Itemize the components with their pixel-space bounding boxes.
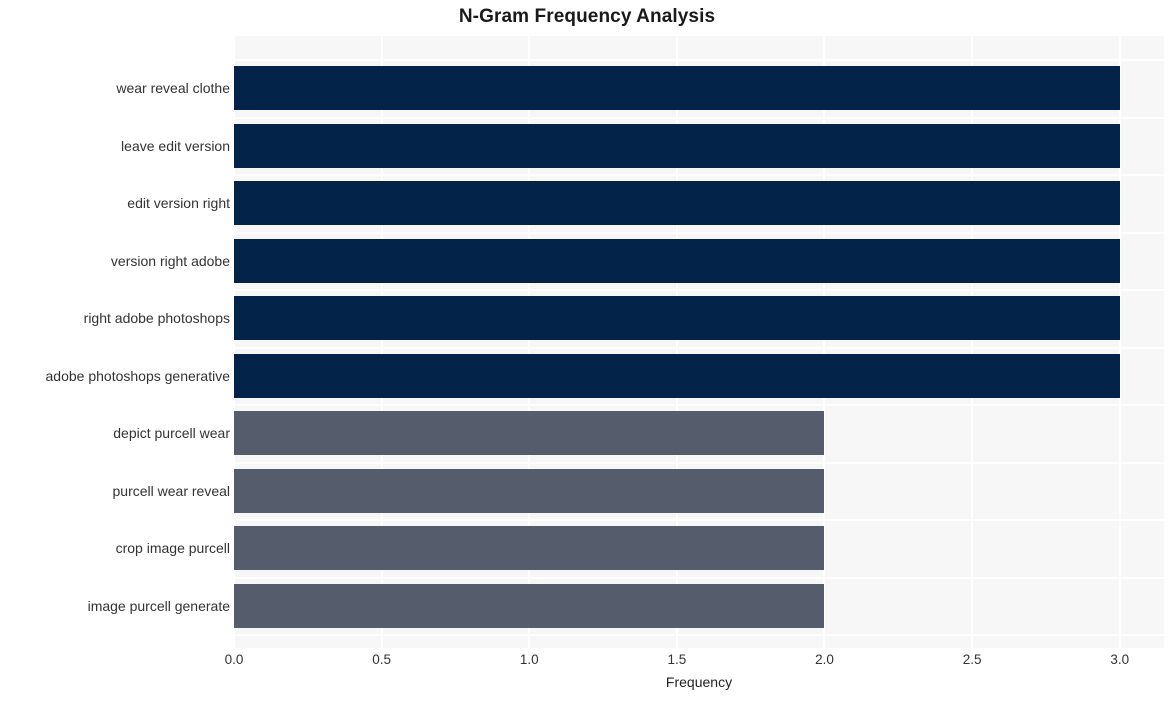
bar[interactable] bbox=[234, 181, 1120, 225]
y-tick-label: depict purcell wear bbox=[113, 425, 230, 441]
gridline-y-6 bbox=[234, 404, 1164, 406]
y-tick-label: purcell wear reveal bbox=[112, 482, 231, 499]
bar[interactable] bbox=[234, 468, 825, 513]
gridline-y-5 bbox=[234, 346, 1164, 349]
bar[interactable] bbox=[234, 411, 825, 455]
y-tick-label: image purcell generate bbox=[87, 597, 230, 614]
bar[interactable] bbox=[234, 583, 825, 628]
bar[interactable] bbox=[234, 296, 1120, 340]
x-tick-label: 2.5 bbox=[962, 652, 982, 667]
bar[interactable] bbox=[234, 66, 1120, 110]
gridline-y-3 bbox=[234, 231, 1164, 234]
bar[interactable] bbox=[234, 353, 1120, 398]
gridline-y-1 bbox=[234, 116, 1164, 119]
gridline-y-8 bbox=[234, 519, 1164, 521]
bar[interactable] bbox=[234, 526, 825, 570]
gridline-y-4 bbox=[234, 289, 1164, 291]
bar[interactable] bbox=[234, 238, 1120, 283]
x-tick-label: 3.0 bbox=[1110, 652, 1130, 667]
bar[interactable] bbox=[234, 123, 1120, 168]
x-tick-label: 1.5 bbox=[667, 652, 687, 667]
gridline-y-0 bbox=[234, 59, 1164, 61]
x-axis-label: Frequency bbox=[665, 674, 733, 690]
plot-area bbox=[233, 36, 1164, 648]
chart-title: N-Gram Frequency Analysis bbox=[458, 6, 716, 27]
y-tick-label: adobe photoshops generative bbox=[45, 367, 230, 384]
x-tick-label: 2.0 bbox=[815, 652, 834, 667]
gridline-y-10 bbox=[234, 634, 1164, 636]
gridline-y-7 bbox=[234, 461, 1164, 464]
y-tick-label: wear reveal clothe bbox=[116, 80, 230, 96]
x-tick-label: 0.5 bbox=[372, 652, 391, 667]
chart-figure: N-Gram Frequency Analysis wear reveal cl… bbox=[0, 0, 1174, 701]
y-tick-label: right adobe photoshops bbox=[83, 310, 230, 326]
y-tick-label: edit version right bbox=[127, 195, 230, 211]
gridline-y-9 bbox=[234, 576, 1164, 579]
x-tick-label: 0.0 bbox=[224, 652, 244, 667]
x-tick-label: 1.0 bbox=[519, 652, 539, 667]
y-tick-label: leave edit version bbox=[121, 137, 230, 154]
y-tick-label: version right adobe bbox=[110, 252, 230, 269]
y-tick-label: crop image purcell bbox=[115, 540, 230, 556]
gridline-y-2 bbox=[234, 174, 1164, 176]
